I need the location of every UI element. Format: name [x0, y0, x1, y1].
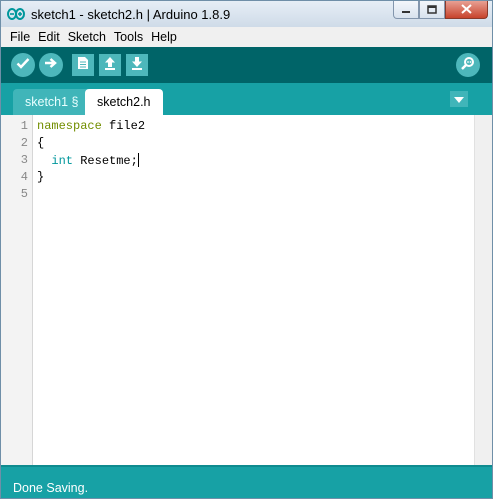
tab-sketch1[interactable]: sketch1 § [13, 89, 91, 115]
tab-menu-button[interactable] [450, 91, 468, 107]
code-line-4: } [37, 170, 44, 184]
arduino-logo-icon [7, 5, 25, 23]
menu-tools[interactable]: Tools [110, 30, 147, 44]
tab-label: sketch1 § [25, 95, 79, 109]
code-line-2: { [37, 136, 44, 150]
menu-edit[interactable]: Edit [34, 30, 64, 44]
open-icon [103, 56, 117, 75]
status-message: Done Saving. [13, 481, 89, 495]
line-number: 4 [20, 170, 28, 184]
upload-button[interactable] [39, 53, 63, 77]
code-line-1: namespace file2 [37, 119, 145, 133]
tab-bar: sketch1 § sketch2.h [1, 83, 492, 115]
keyword-int: int [51, 154, 74, 168]
minimize-button[interactable] [393, 1, 419, 19]
maximize-button[interactable] [419, 1, 445, 19]
code-editor[interactable]: 1 2 3 4 5 namespace file2 { int Resetme;… [1, 115, 492, 465]
toolbar [1, 47, 492, 83]
chevron-down-icon [454, 90, 464, 108]
menu-bar: File Edit Sketch Tools Help [1, 27, 492, 47]
code-text: } [37, 170, 45, 184]
vertical-scrollbar[interactable] [474, 115, 492, 465]
keyword-namespace: namespace [37, 119, 102, 133]
text-caret [137, 153, 139, 167]
line-number-gutter: 1 2 3 4 5 [1, 115, 33, 465]
menu-help[interactable]: Help [147, 30, 181, 44]
tab-label: sketch2.h [97, 95, 151, 109]
arduino-ide-window: sketch1 - sketch2.h | Arduino 1.8.9 File… [0, 0, 493, 499]
menu-sketch[interactable]: Sketch [64, 30, 110, 44]
tab-sketch2-h[interactable]: sketch2.h [85, 89, 163, 115]
code-text: file2 [101, 119, 146, 133]
status-bar: Done Saving. [1, 465, 492, 498]
save-icon [130, 56, 144, 75]
new-button[interactable] [72, 54, 94, 76]
serial-monitor-button[interactable] [456, 53, 480, 77]
code-text: Resetme; [73, 154, 138, 168]
menu-file[interactable]: File [6, 30, 34, 44]
line-number: 1 [20, 119, 28, 133]
code-text: { [37, 136, 45, 150]
new-icon [77, 56, 89, 75]
minimize-icon [401, 1, 411, 19]
open-button[interactable] [99, 54, 121, 76]
save-button[interactable] [126, 54, 148, 76]
verify-button[interactable] [11, 53, 35, 77]
line-number: 5 [20, 187, 28, 201]
code-line-3: int Resetme; [37, 153, 139, 168]
upload-icon [44, 56, 58, 74]
maximize-icon [427, 1, 437, 19]
line-number: 3 [20, 153, 28, 167]
line-number: 2 [20, 136, 28, 150]
window-title: sketch1 - sketch2.h | Arduino 1.8.9 [31, 6, 231, 22]
verify-icon [16, 56, 30, 74]
title-bar[interactable]: sketch1 - sketch2.h | Arduino 1.8.9 [1, 1, 492, 27]
serial-monitor-icon [460, 56, 476, 75]
close-button[interactable] [445, 1, 488, 19]
close-icon [461, 1, 472, 19]
window-controls [393, 1, 488, 19]
